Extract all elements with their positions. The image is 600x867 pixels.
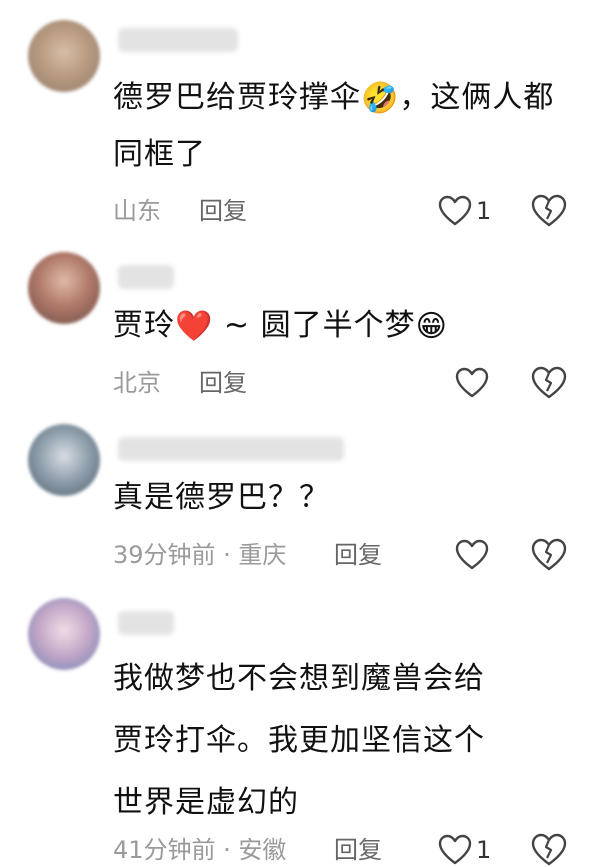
avatar[interactable]: [28, 20, 100, 92]
comment-text-part: 贾玲: [113, 308, 175, 343]
reply-button[interactable]: 回复: [334, 833, 382, 867]
username-blurred[interactable]: [118, 611, 174, 635]
heart-outline-icon: [438, 834, 472, 865]
comment-text-line: 我做梦也不会想到魔兽会给: [113, 661, 485, 696]
comment-text: 德罗巴给贾玲撑伞🤣，这俩人都同框了: [113, 70, 583, 183]
broken-heart-icon: [531, 833, 567, 866]
reply-button[interactable]: 回复: [199, 194, 247, 228]
comment-text-part: 德罗巴给贾玲撑伞: [113, 80, 361, 115]
broken-heart-icon: [531, 366, 567, 399]
username-blurred[interactable]: [118, 265, 174, 289]
red-heart-icon: ❤️: [175, 308, 214, 344]
avatar[interactable]: [28, 598, 100, 670]
comment-text: 贾玲❤️ ~ 圆了半个梦😁: [113, 298, 583, 355]
like-count: 1: [476, 836, 492, 864]
like-button[interactable]: [455, 538, 493, 572]
username-blurred[interactable]: [118, 437, 344, 461]
comment-text-part: ~ 圆了半个梦: [213, 308, 416, 343]
heart-outline-icon: [438, 195, 472, 226]
dislike-button[interactable]: [531, 538, 567, 572]
timestamp-location: 39分钟前 · 重庆: [113, 541, 287, 569]
comment-text: 我做梦也不会想到魔兽会给 贾玲打伞。我更加坚信这个 世界是虚幻的: [113, 648, 583, 834]
rofl-emoji-icon: 🤣: [361, 80, 400, 116]
dislike-button[interactable]: [531, 833, 567, 867]
like-button[interactable]: 1: [438, 833, 491, 867]
comment-text: 真是德罗巴？？: [113, 480, 330, 515]
comment-text-line: 贾玲打伞。我更加坚信这个: [113, 723, 485, 758]
timestamp-location: 41分钟前 · 安徽: [113, 836, 287, 864]
like-button[interactable]: 1: [438, 194, 491, 228]
broken-heart-icon: [531, 538, 567, 571]
avatar[interactable]: [28, 424, 100, 496]
heart-outline-icon: [455, 539, 489, 570]
dislike-button[interactable]: [531, 194, 567, 228]
avatar[interactable]: [28, 252, 100, 324]
reply-button[interactable]: 回复: [334, 538, 382, 572]
reply-button[interactable]: 回复: [199, 366, 247, 400]
heart-outline-icon: [455, 367, 489, 398]
comment-text-line: 世界是虚幻的: [113, 785, 299, 820]
grin-emoji-icon: 😁: [415, 308, 448, 344]
location-label: 北京: [113, 369, 161, 397]
broken-heart-icon: [531, 194, 567, 227]
username-blurred[interactable]: [118, 28, 238, 52]
location-label: 山东: [113, 197, 161, 225]
dislike-button[interactable]: [531, 366, 567, 400]
like-button[interactable]: [455, 366, 493, 400]
like-count: 1: [476, 197, 492, 225]
